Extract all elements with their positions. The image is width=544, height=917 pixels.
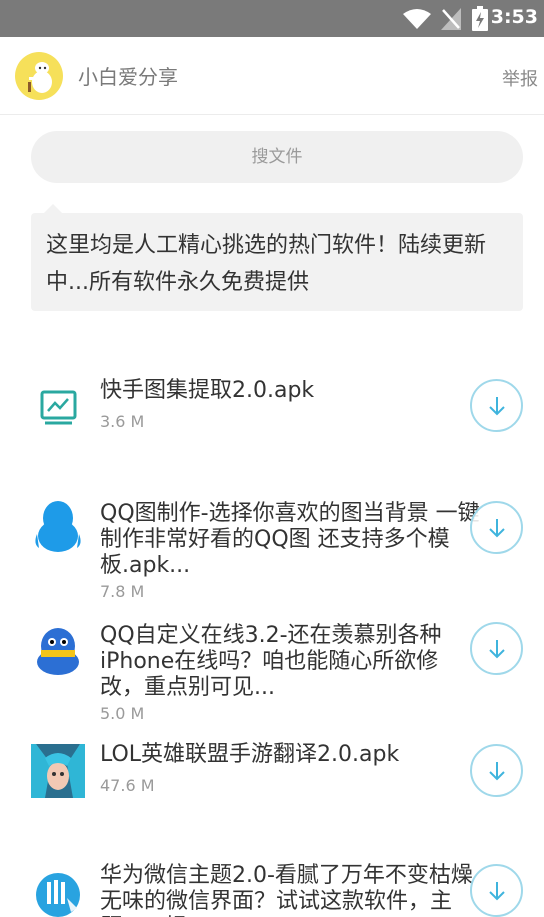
file-name: LOL英雄联盟手游翻译2.0.apk [100, 742, 400, 767]
avatar-character-icon [28, 62, 52, 93]
download-arrow-icon [489, 397, 505, 416]
download-button[interactable] [470, 622, 523, 675]
file-name: 快手图集提取2.0.apk [100, 378, 315, 403]
download-button[interactable] [470, 864, 523, 917]
file-name: QQ图制作-选择你喜欢的图当背景 一键制作非常好看的QQ图 还支持多个模板.ap… [100, 501, 480, 578]
header: 小白爱分享 举报 [0, 37, 544, 115]
file-size: 3.6 M [100, 412, 145, 431]
download-arrow-icon [489, 519, 505, 538]
list-item[interactable]: QQ自定义在线3.2-还在羡慕别各种iPhone在线吗？咱也能随心所欲修改，重点… [0, 620, 544, 724]
lol-hero-icon [31, 744, 85, 798]
file-size: 5.0 M [100, 704, 145, 723]
report-button[interactable]: 举报 [502, 65, 538, 91]
notice-box: 这里均是人工精心挑选的热门软件！陆续更新中...所有软件永久免费提供 [31, 213, 523, 311]
download-button[interactable] [470, 379, 523, 432]
search-input[interactable]: 搜文件 [31, 131, 523, 183]
file-size: 7.8 M [100, 582, 145, 601]
download-arrow-icon [489, 640, 505, 659]
qq-blue-icon [37, 628, 79, 675]
status-bar: 3:53 [0, 0, 544, 37]
chart-icon [40, 390, 77, 425]
file-name: QQ自定义在线3.2-还在羡慕别各种iPhone在线吗？咱也能随心所欲修改，重点… [100, 623, 442, 700]
download-arrow-icon [489, 882, 505, 901]
list-item[interactable]: 华为微信主题2.0-看腻了万年不变枯燥无味的微信界面？试试这款软件，主题....… [0, 860, 544, 917]
download-button[interactable] [470, 744, 523, 797]
no-signal-icon [441, 8, 461, 30]
status-time: 3:53 [490, 6, 538, 28]
download-button[interactable] [470, 501, 523, 554]
file-name: 华为微信主题2.0-看腻了万年不变枯燥无味的微信界面？试试这款软件，主题....… [100, 863, 473, 917]
qq-penguin-icon [35, 501, 81, 552]
list-item[interactable]: LOL英雄联盟手游翻译2.0.apk 47.6 M [0, 742, 544, 802]
page-title: 小白爱分享 [78, 65, 178, 89]
download-arrow-icon [489, 762, 505, 781]
list-item[interactable]: QQ图制作-选择你喜欢的图当背景 一键制作非常好看的QQ图 还支持多个模板.ap… [0, 498, 544, 602]
wifi-icon [403, 9, 431, 29]
notice-arrow [44, 204, 62, 213]
file-size: 47.6 M [100, 776, 155, 795]
theme-icon [36, 873, 80, 917]
list-item[interactable]: 快手图集提取2.0.apk 3.6 M [0, 370, 544, 450]
battery-charging-icon [472, 6, 488, 31]
avatar[interactable] [15, 52, 63, 100]
